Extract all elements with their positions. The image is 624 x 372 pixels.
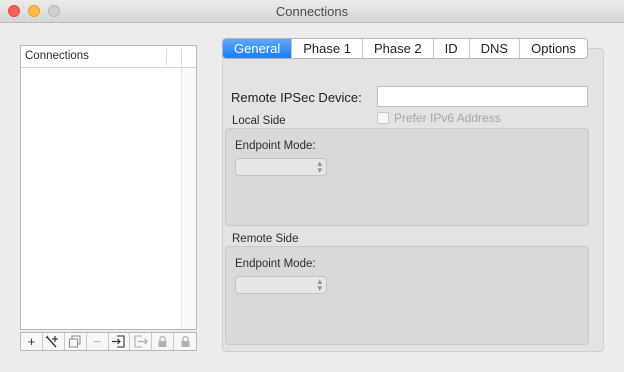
remote-side-title: Remote Side [232,233,299,245]
prefer-ipv6-label: Prefer IPv6 Address [394,111,501,125]
export-button[interactable] [130,333,153,350]
add-connection-button[interactable]: + [21,333,43,350]
minus-icon: − [93,334,101,349]
tab-phase-2[interactable]: Phase 2 [362,39,434,58]
lock-button[interactable] [152,333,175,350]
tab-options[interactable]: Options [520,39,587,58]
import-icon [112,335,125,348]
wizard-button[interactable] [43,333,65,350]
local-endpoint-mode-label: Endpoint Mode: [235,140,316,152]
duplicate-icon [69,335,81,348]
unlock-button[interactable] [174,333,196,350]
column-divider [166,49,167,65]
title-bar: Connections [0,0,624,23]
tab-id[interactable]: ID [433,39,470,58]
remote-device-label: Remote IPSec Device: [231,90,362,105]
local-side-title: Local Side [232,115,286,127]
chevron-up-down-icon: ▴ ▾ [317,276,322,293]
column-divider [181,49,182,65]
wand-icon [45,335,59,347]
remote-endpoint-mode-popup[interactable]: ▴ ▾ [235,276,327,294]
connections-scrollbar[interactable] [181,68,196,329]
duplicate-connection-button[interactable] [65,333,87,350]
connections-list-header: Connections [21,46,196,68]
window-title: Connections [275,4,349,19]
connections-toolbar: + − [20,332,197,351]
export-icon [134,335,149,348]
connections-column-header[interactable]: Connections [25,50,89,62]
tab-general[interactable]: General [223,39,293,58]
prefer-ipv6-row: Prefer IPv6 Address [377,111,501,125]
remove-connection-button[interactable]: − [87,333,109,350]
connections-list[interactable]: Connections [20,45,197,330]
local-endpoint-mode-popup[interactable]: ▴ ▾ [235,158,327,176]
remote-endpoint-mode-label: Endpoint Mode: [235,258,316,270]
prefer-ipv6-checkbox[interactable] [377,112,389,124]
import-button[interactable] [109,333,131,350]
lock-icon [158,335,167,347]
tab-dns[interactable]: DNS [469,39,521,58]
tab-bar: General Phase 1 Phase 2 ID DNS Options [222,38,588,59]
chevron-up-down-icon: ▴ ▾ [317,158,322,175]
unlock-icon [181,335,190,347]
remote-device-input[interactable] [377,86,588,107]
tab-phase-1[interactable]: Phase 1 [292,39,363,58]
plus-icon: + [27,334,36,349]
